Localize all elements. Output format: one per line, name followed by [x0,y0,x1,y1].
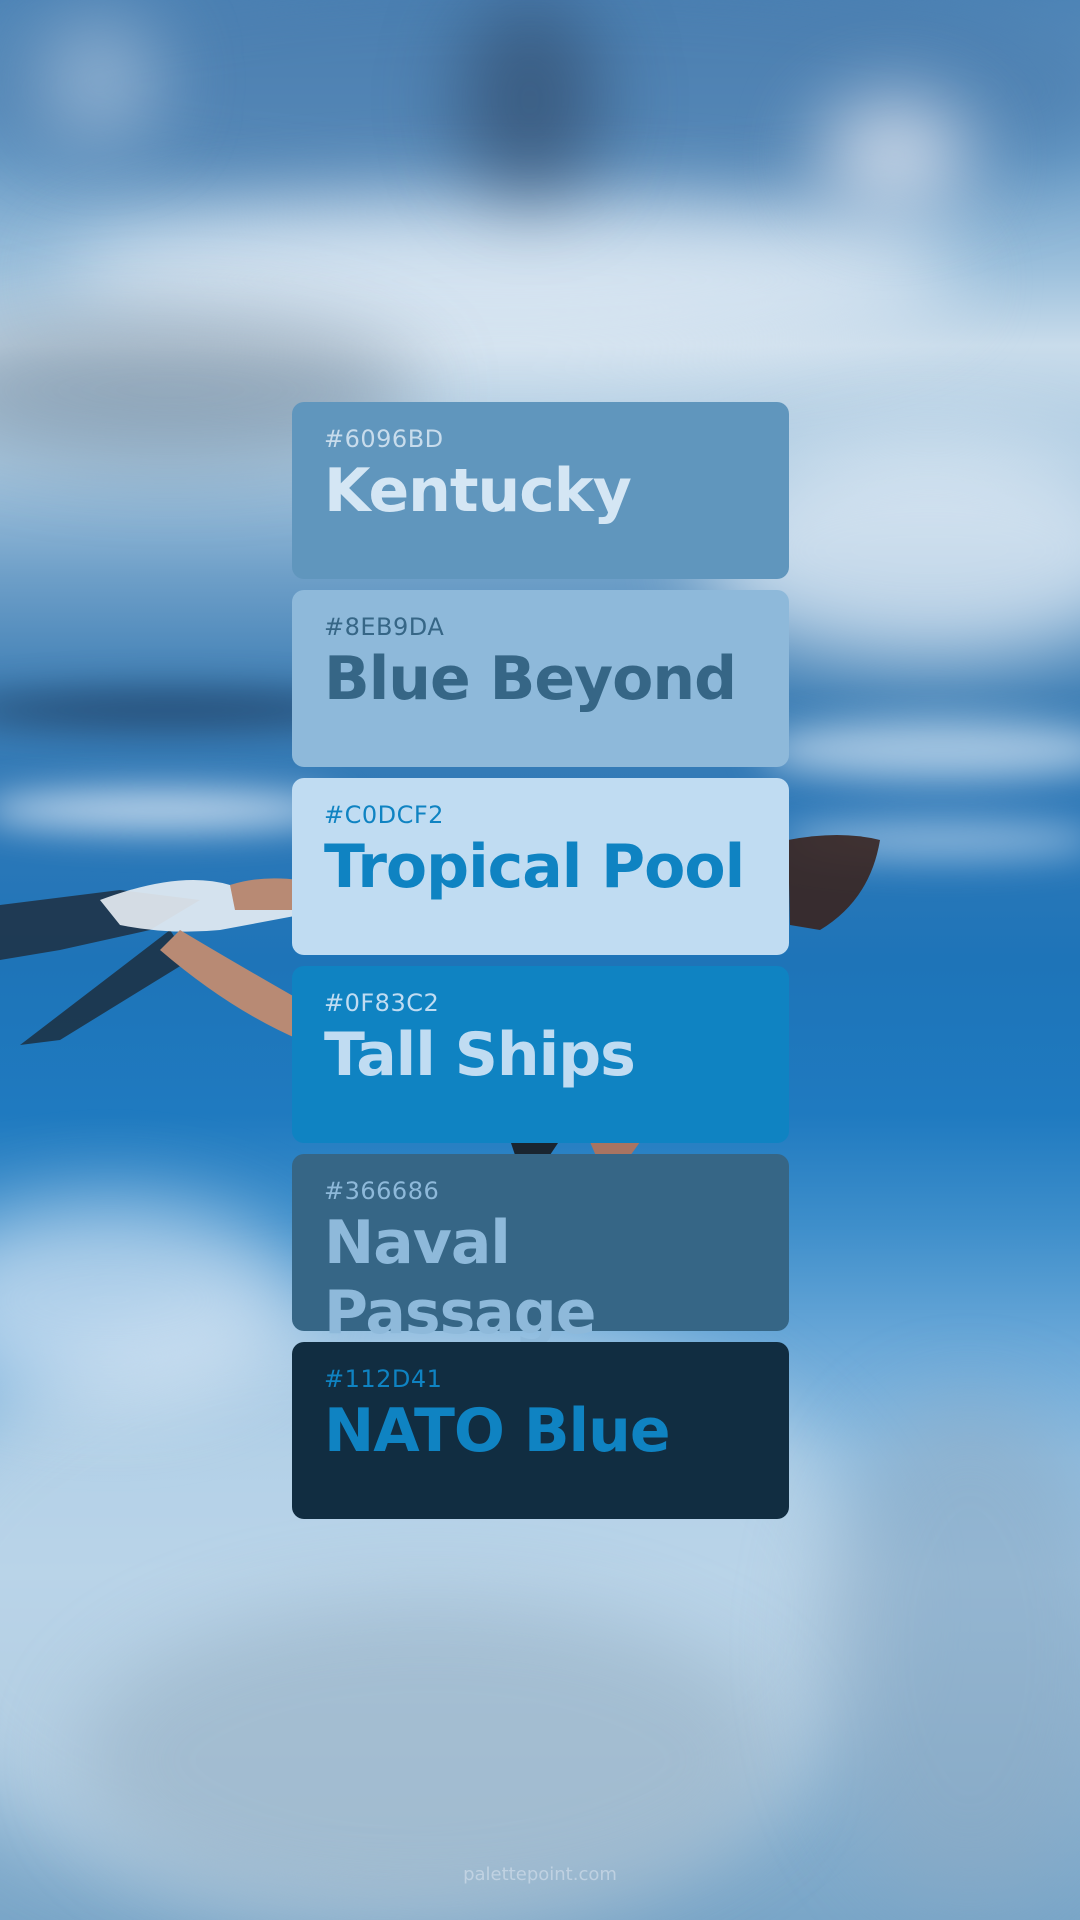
watermark[interactable]: palettepoint.com [0,1864,1080,1885]
swatch-card-4: #0F83C2 Tall Ships [292,966,789,1143]
color-palette: #6096BD Kentucky #8EB9DA Blue Beyond #C0… [292,402,789,1530]
swatch-card-2: #8EB9DA Blue Beyond [292,590,789,767]
swatch-hex: #6096BD [324,425,444,453]
swatch-hex: #112D41 [324,1365,443,1393]
swatch-hex: #C0DCF2 [324,801,444,829]
swatch-hex: #0F83C2 [324,989,440,1017]
swatch-card-5: #366686 Naval Passage [292,1154,789,1348]
swatch-hex: #8EB9DA [324,613,445,641]
swatch-hex: #366686 [324,1177,440,1205]
swatch-card-1: #6096BD Kentucky [292,402,789,579]
swatch-name: Tropical Pool [324,832,745,902]
swatch-name: Blue Beyond [324,644,737,714]
swatch-name: NATO Blue [324,1396,671,1466]
swatch-name: Kentucky [324,456,632,526]
swatch-card-6: #112D41 NATO Blue [292,1342,789,1519]
swatch-card-3: #C0DCF2 Tropical Pool [292,778,789,955]
swatch-name: Naval Passage [324,1208,596,1348]
swatch-name: Tall Ships [324,1020,636,1090]
